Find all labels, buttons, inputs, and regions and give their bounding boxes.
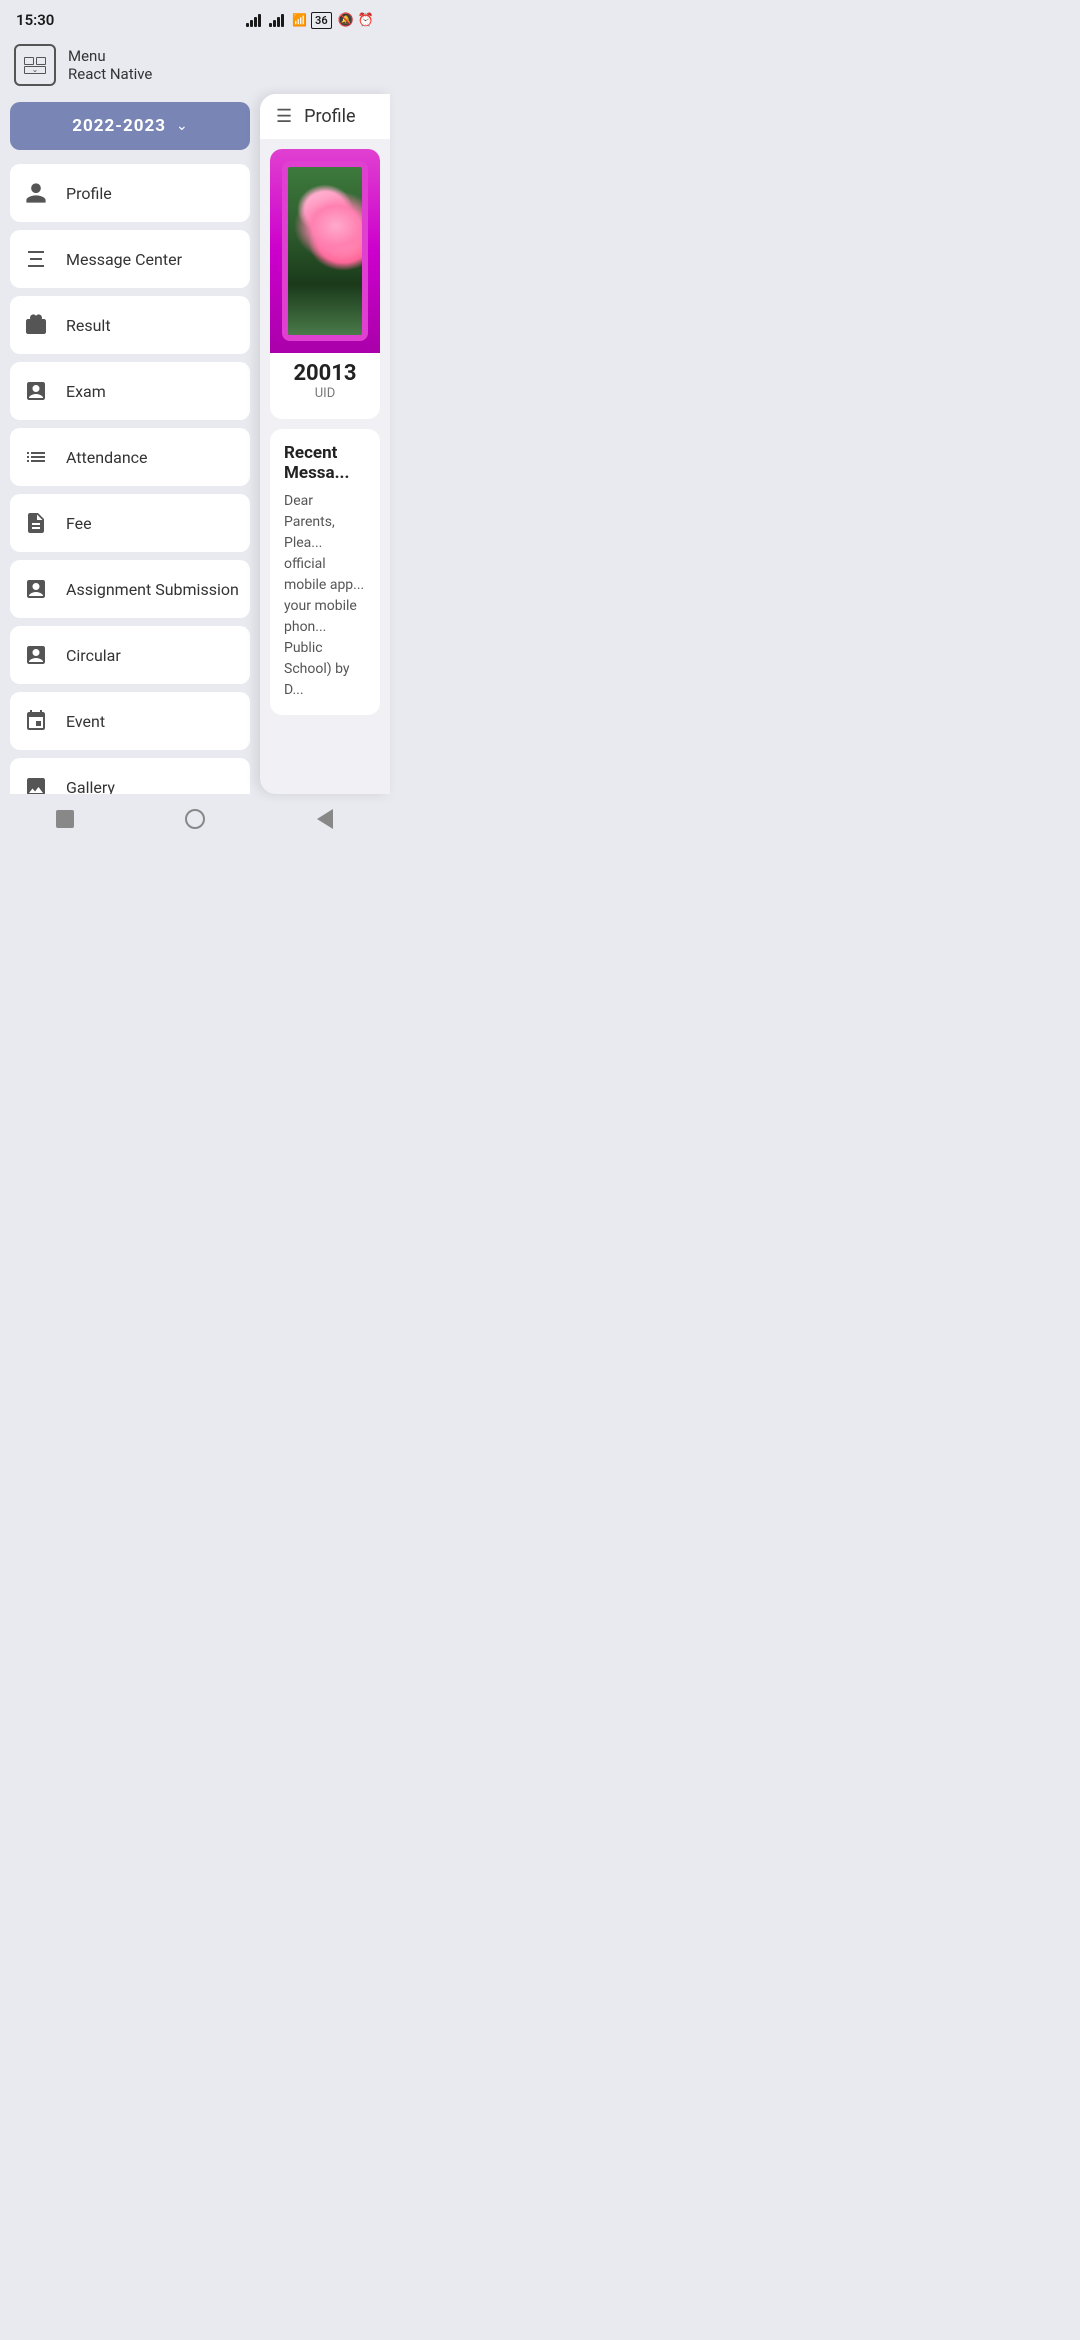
sidebar-item-fee-label: Fee bbox=[66, 514, 92, 533]
right-panel: ☰ Profile 20013 UID Recent Messa... Dear… bbox=[260, 94, 390, 794]
recent-messages-title: Recent Messa... bbox=[284, 443, 366, 483]
uid-number: 20013 bbox=[278, 361, 372, 386]
sidebar-item-exam-label: Exam bbox=[66, 382, 106, 401]
header-menu-label: Menu bbox=[68, 47, 152, 65]
signal-icon-2 bbox=[269, 13, 284, 27]
year-chevron-icon: ⌄ bbox=[176, 118, 188, 134]
profile-card: 20013 UID bbox=[270, 149, 380, 419]
sidebar-item-gallery[interactable]: Gallery bbox=[10, 758, 250, 794]
back-icon bbox=[317, 809, 333, 829]
bottom-nav bbox=[0, 794, 390, 844]
nav-home-button[interactable] bbox=[178, 802, 212, 836]
wifi-icon: 📶 bbox=[292, 13, 307, 27]
signal-icon-1 bbox=[246, 13, 261, 27]
rose-visual bbox=[288, 167, 362, 335]
header-texts: Menu React Native bbox=[68, 47, 152, 83]
sidebar-item-result-label: Result bbox=[66, 316, 111, 335]
fee-icon bbox=[20, 507, 52, 539]
battery-icon: 36 bbox=[311, 12, 332, 29]
profile-page-header: ☰ Profile bbox=[260, 94, 390, 139]
sidebar-item-profile[interactable]: Profile bbox=[10, 164, 250, 222]
stop-icon bbox=[56, 810, 74, 828]
sidebar-item-circular[interactable]: Circular bbox=[10, 626, 250, 684]
event-icon bbox=[20, 705, 52, 737]
sidebar: 2022-2023 ⌄ Profile Message Center Resul… bbox=[0, 94, 260, 794]
sidebar-item-exam[interactable]: Exam bbox=[10, 362, 250, 420]
profile-image-container bbox=[270, 149, 380, 353]
recent-messages-text: Dear Parents, Plea... official mobile ap… bbox=[284, 491, 366, 701]
header-app-label: React Native bbox=[68, 65, 152, 83]
year-label: 2022-2023 bbox=[72, 116, 166, 136]
alarm-icon: ⏰ bbox=[358, 13, 374, 28]
profile-photo bbox=[288, 167, 362, 335]
home-icon bbox=[185, 809, 205, 829]
sidebar-item-gallery-label: Gallery bbox=[66, 778, 115, 795]
assignment-icon bbox=[20, 573, 52, 605]
megaphone-icon bbox=[20, 243, 52, 275]
notification-icon: 🔕 bbox=[338, 13, 354, 28]
profile-icon bbox=[20, 177, 52, 209]
sidebar-item-message-center[interactable]: Message Center bbox=[10, 230, 250, 288]
profile-photo-frame bbox=[282, 161, 368, 341]
sidebar-item-message-center-label: Message Center bbox=[66, 250, 182, 269]
recent-messages-card: Recent Messa... Dear Parents, Plea... of… bbox=[270, 429, 380, 715]
circular-icon bbox=[20, 639, 52, 671]
sidebar-item-event-label: Event bbox=[66, 712, 105, 731]
sidebar-item-attendance[interactable]: Attendance bbox=[10, 428, 250, 486]
sidebar-item-event[interactable]: Event bbox=[10, 692, 250, 750]
app-header: ⌄ Menu React Native bbox=[0, 36, 390, 94]
sidebar-item-profile-label: Profile bbox=[66, 184, 112, 203]
gallery-icon bbox=[20, 771, 52, 794]
year-selector[interactable]: 2022-2023 ⌄ bbox=[10, 102, 250, 150]
sidebar-item-assignment-label: Assignment Submission bbox=[66, 580, 239, 599]
exam-icon bbox=[20, 375, 52, 407]
attendance-icon bbox=[20, 441, 52, 473]
status-time: 15:30 bbox=[16, 11, 54, 29]
profile-page-title: Profile bbox=[304, 106, 355, 127]
hamburger-icon[interactable]: ☰ bbox=[276, 106, 292, 127]
profile-uid-section: 20013 UID bbox=[270, 353, 380, 409]
status-bar: 15:30 📶 36 🔕 ⏰ bbox=[0, 0, 390, 36]
status-icons: 📶 36 🔕 ⏰ bbox=[246, 12, 374, 29]
uid-label: UID bbox=[278, 386, 372, 401]
menu-toggle-icon[interactable]: ⌄ bbox=[14, 44, 56, 86]
main-layout: 2022-2023 ⌄ Profile Message Center Resul… bbox=[0, 94, 390, 794]
sidebar-item-fee[interactable]: Fee bbox=[10, 494, 250, 552]
sidebar-item-assignment-submission[interactable]: Assignment Submission bbox=[10, 560, 250, 618]
nav-back-button[interactable] bbox=[308, 802, 342, 836]
sidebar-item-circular-label: Circular bbox=[66, 646, 121, 665]
sidebar-item-result[interactable]: Result bbox=[10, 296, 250, 354]
sidebar-item-attendance-label: Attendance bbox=[66, 448, 148, 467]
nav-stop-button[interactable] bbox=[48, 802, 82, 836]
result-icon bbox=[20, 309, 52, 341]
